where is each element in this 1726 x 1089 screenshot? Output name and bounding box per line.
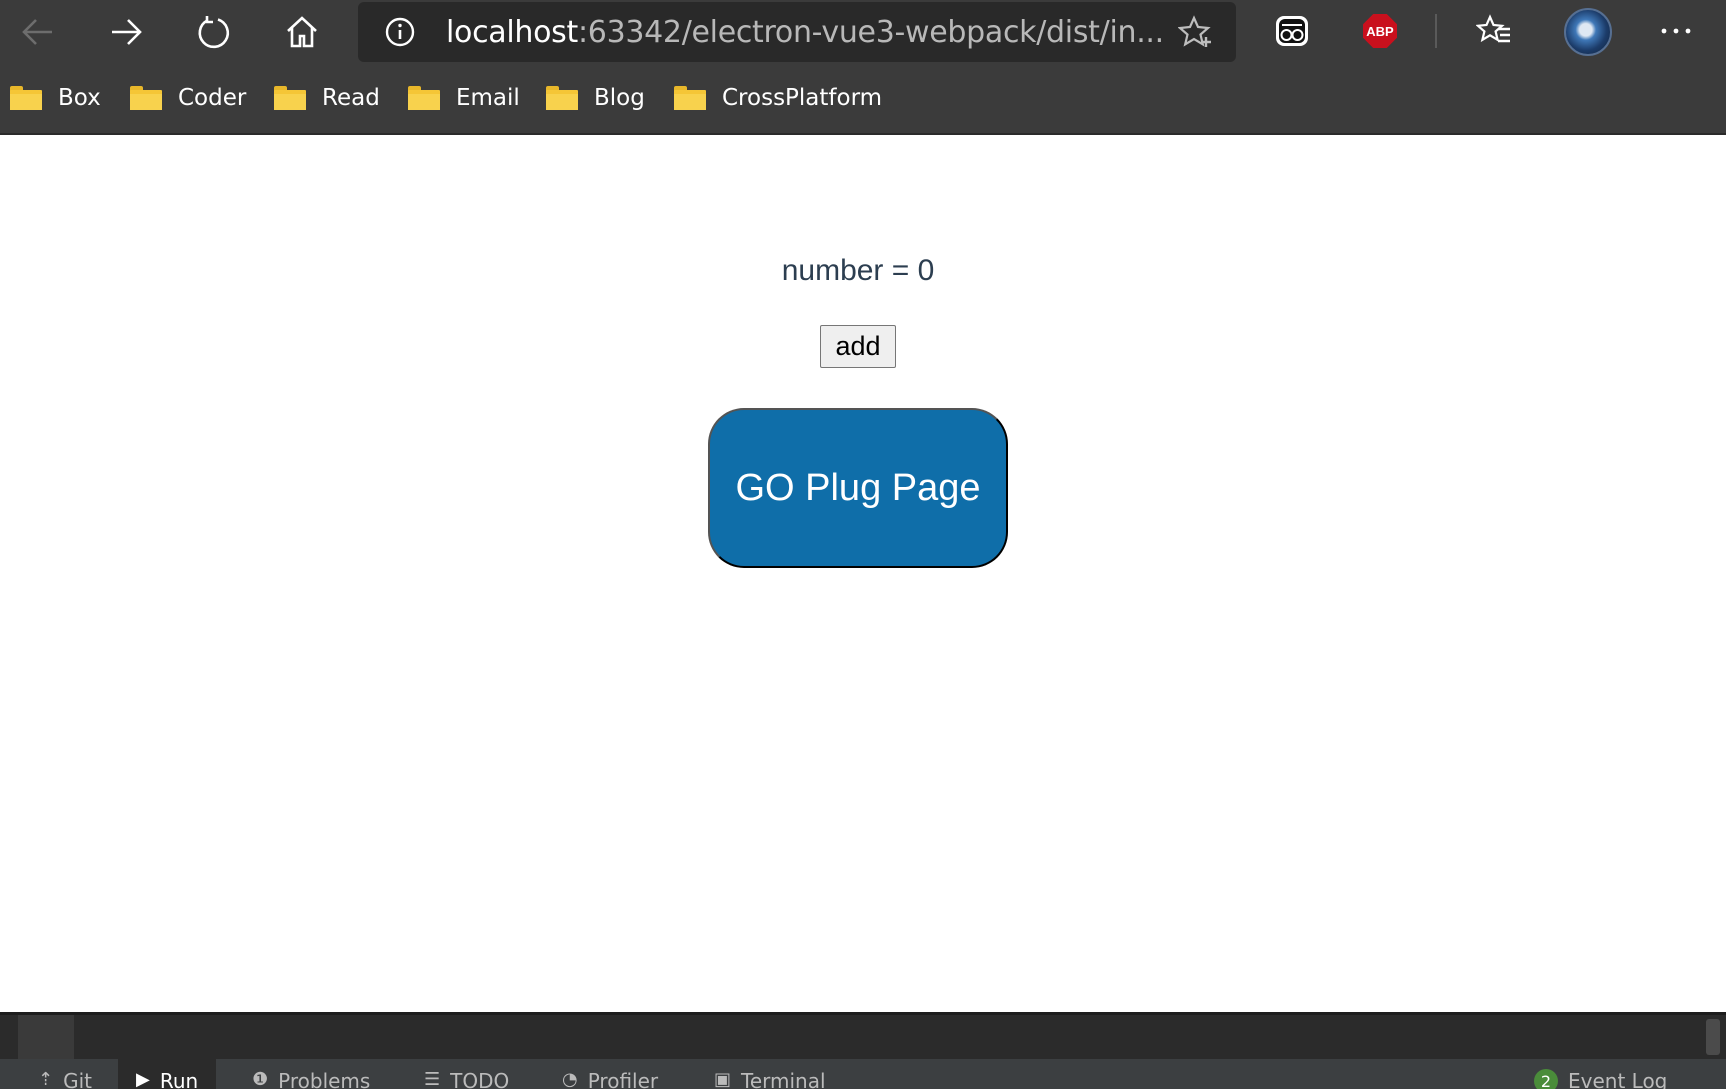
star-plus-icon[interactable] — [1177, 15, 1214, 56]
folder-icon — [408, 86, 440, 110]
bookmark-coder[interactable]: Coder — [130, 81, 246, 115]
tab-label: Git — [63, 1069, 92, 1089]
bookmark-crossplatform[interactable]: CrossPlatform — [674, 81, 882, 115]
folder-icon — [10, 86, 42, 110]
bookmarks-bar: Box Coder Read Email Blog CrossPlatform — [0, 63, 1726, 135]
tab-label: Terminal — [741, 1069, 826, 1089]
bookmark-label: Box — [58, 85, 101, 111]
add-button[interactable]: add — [820, 325, 896, 368]
more-icon — [1661, 28, 1691, 34]
arrow-left-icon — [22, 19, 52, 45]
bookmark-label: Blog — [594, 85, 645, 111]
page-content: number = 0 add GO Plug Page — [0, 135, 1726, 1012]
ide-run-console — [0, 1012, 1726, 1062]
tab-profiler[interactable]: ◔ Profiler — [562, 1059, 658, 1089]
ide-gutter — [18, 1015, 74, 1062]
bookmark-read[interactable]: Read — [274, 81, 380, 115]
folder-icon — [130, 86, 162, 110]
favorites-list-icon — [1476, 14, 1510, 43]
avatar — [1564, 8, 1612, 56]
terminal-icon: ▣ — [714, 1069, 732, 1089]
address-bar[interactable]: localhost:63342/electron-vue3-webpack/di… — [358, 2, 1236, 62]
tab-label: Profiler — [587, 1069, 659, 1089]
arrow-right-icon — [112, 19, 142, 45]
tab-label: Run — [159, 1069, 199, 1089]
refresh-icon — [198, 16, 230, 49]
bookmark-label: CrossPlatform — [722, 85, 883, 111]
tab-event-log[interactable]: 2 Event Log — [1534, 1059, 1667, 1089]
home-icon — [287, 16, 317, 48]
adblock-extension-button[interactable]: ABP — [1360, 11, 1400, 51]
favorites-button[interactable] — [1474, 11, 1514, 51]
reader-glasses-icon — [1276, 16, 1308, 46]
tab-terminal[interactable]: ▣ Terminal — [714, 1059, 826, 1089]
forward-button[interactable] — [100, 6, 152, 58]
profiler-icon: ◔ — [562, 1069, 578, 1089]
reader-extension-button[interactable] — [1272, 11, 1312, 51]
tab-run[interactable]: ▶ Run — [118, 1059, 217, 1089]
bookmark-label: Read — [322, 85, 380, 111]
folder-icon — [674, 86, 706, 110]
toolbar-divider — [1435, 14, 1437, 48]
back-button[interactable] — [12, 6, 64, 58]
ide-scrollbar[interactable] — [1706, 1019, 1720, 1055]
run-icon: ▶ — [136, 1069, 150, 1089]
more-button[interactable] — [1656, 11, 1696, 51]
url-text[interactable]: localhost:63342/electron-vue3-webpack/di… — [446, 2, 1164, 62]
tab-label: Problems — [278, 1069, 371, 1089]
tab-git[interactable]: ⇡ Git — [38, 1059, 92, 1089]
bookmark-email[interactable]: Email — [408, 81, 520, 115]
ide-tool-window-bar: ⇡ Git ▶ Run ❶ Problems ☰ TODO ◔ Profiler ▣ Ter… — [0, 1059, 1726, 1089]
folder-icon — [274, 86, 306, 110]
git-icon: ⇡ — [38, 1069, 54, 1089]
tab-label: TODO — [450, 1069, 510, 1089]
browser-toolbar: localhost:63342/electron-vue3-webpack/di… — [0, 0, 1726, 63]
tab-todo[interactable]: ☰ TODO — [424, 1059, 509, 1089]
problems-icon: ❶ — [252, 1069, 269, 1089]
todo-icon: ☰ — [424, 1069, 441, 1089]
number-display: number = 0 — [781, 254, 935, 287]
tab-label: Event Log — [1568, 1069, 1668, 1089]
go-plug-page-button[interactable]: GO Plug Page — [708, 408, 1008, 568]
event-log-badge: 2 — [1534, 1069, 1558, 1089]
home-button[interactable] — [276, 6, 328, 58]
bookmark-blog[interactable]: Blog — [546, 81, 645, 115]
url-path: :63342/electron-vue3-webpack/dist/in... — [577, 15, 1164, 50]
bookmark-label: Coder — [178, 85, 247, 111]
tab-problems[interactable]: ❶ Problems — [252, 1059, 370, 1089]
folder-icon — [546, 86, 578, 110]
refresh-button[interactable] — [188, 6, 240, 58]
bookmark-label: Email — [456, 85, 520, 111]
profile-button[interactable] — [1562, 6, 1614, 58]
adblock-icon: ABP — [1363, 14, 1397, 48]
info-icon[interactable] — [384, 16, 416, 53]
url-host: localhost — [446, 15, 578, 50]
bookmark-box[interactable]: Box — [10, 81, 101, 115]
